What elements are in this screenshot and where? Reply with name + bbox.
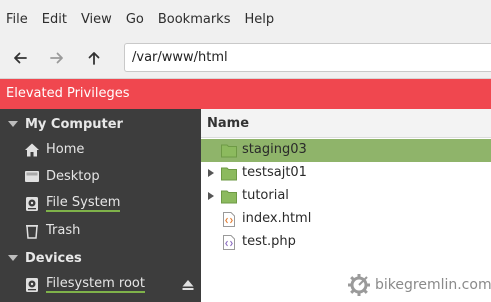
sidebar-section-my-computer[interactable]: My Computer: [0, 112, 201, 136]
drive-icon: [26, 278, 38, 292]
expand-triangle-icon[interactable]: [208, 192, 214, 200]
up-button[interactable]: [82, 46, 106, 70]
arrow-up-icon: [88, 52, 100, 65]
drive-icon: [26, 197, 38, 211]
watermark-text: bikegremlin.com: [375, 277, 491, 293]
list-item[interactable]: tutorial: [201, 185, 491, 208]
folder-icon: [221, 144, 237, 158]
location-bar[interactable]: /var/www/html: [124, 43, 491, 72]
gear-logo-icon: [348, 274, 370, 296]
file-name: tutorial: [242, 188, 289, 203]
elevated-privileges-banner: Elevated Privileges: [0, 79, 491, 109]
menu-view[interactable]: View: [81, 12, 112, 27]
toolbar: /var/www/html: [0, 38, 491, 79]
list-item[interactable]: testsajt01: [201, 162, 491, 185]
html-file-icon: [223, 212, 235, 227]
menu-bookmarks[interactable]: Bookmarks: [158, 12, 231, 27]
file-name: index.html: [242, 211, 312, 226]
trash-icon: [26, 225, 38, 239]
php-file-icon: [223, 235, 235, 250]
menu-edit[interactable]: Edit: [42, 12, 67, 27]
back-button[interactable]: [8, 46, 32, 70]
sidebar-section-label: Devices: [25, 250, 82, 266]
menu-go[interactable]: Go: [126, 12, 144, 27]
home-icon: [25, 143, 39, 157]
folder-icon: [221, 190, 237, 204]
watermark: bikegremlin.com: [347, 272, 491, 298]
menu-help[interactable]: Help: [244, 12, 274, 27]
sidebar-item-desktop[interactable]: Desktop: [0, 164, 201, 190]
sidebar: My Computer Home Desktop File System Tra…: [0, 109, 201, 302]
collapse-triangle-icon: [8, 121, 18, 127]
eject-icon[interactable]: [181, 278, 195, 292]
sidebar-item-label: Trash: [46, 223, 81, 238]
forward-button[interactable]: [45, 46, 69, 70]
list-item[interactable]: index.html: [201, 208, 491, 231]
sidebar-item-label: Home: [46, 142, 85, 157]
arrow-left-icon: [14, 52, 27, 64]
collapse-triangle-icon: [8, 255, 18, 261]
folder-icon: [221, 167, 237, 181]
file-name: testsajt01: [242, 165, 307, 180]
sidebar-section-devices[interactable]: Devices: [0, 246, 201, 270]
sidebar-item-file-system[interactable]: File System: [0, 191, 201, 217]
sidebar-item-label: Filesystem root: [46, 276, 145, 293]
desktop-icon: [25, 171, 39, 182]
menu-bar: File Edit View Go Bookmarks Help: [0, 0, 491, 38]
sidebar-item-label: Desktop: [46, 169, 100, 184]
sidebar-item-label: File System: [46, 195, 121, 212]
sidebar-item-filesystem-root[interactable]: Filesystem root: [0, 272, 201, 298]
list-item[interactable]: staging03: [201, 139, 491, 162]
file-name: test.php: [242, 234, 296, 249]
column-header-name[interactable]: Name: [201, 109, 491, 138]
expand-triangle-icon[interactable]: [208, 169, 214, 177]
file-name: staging03: [242, 142, 307, 157]
arrow-right-icon: [50, 52, 63, 64]
sidebar-section-label: My Computer: [25, 116, 123, 132]
menu-file[interactable]: File: [6, 12, 28, 27]
sidebar-item-trash[interactable]: Trash: [0, 218, 201, 244]
list-item[interactable]: test.php: [201, 231, 491, 254]
sidebar-item-home[interactable]: Home: [0, 137, 201, 163]
